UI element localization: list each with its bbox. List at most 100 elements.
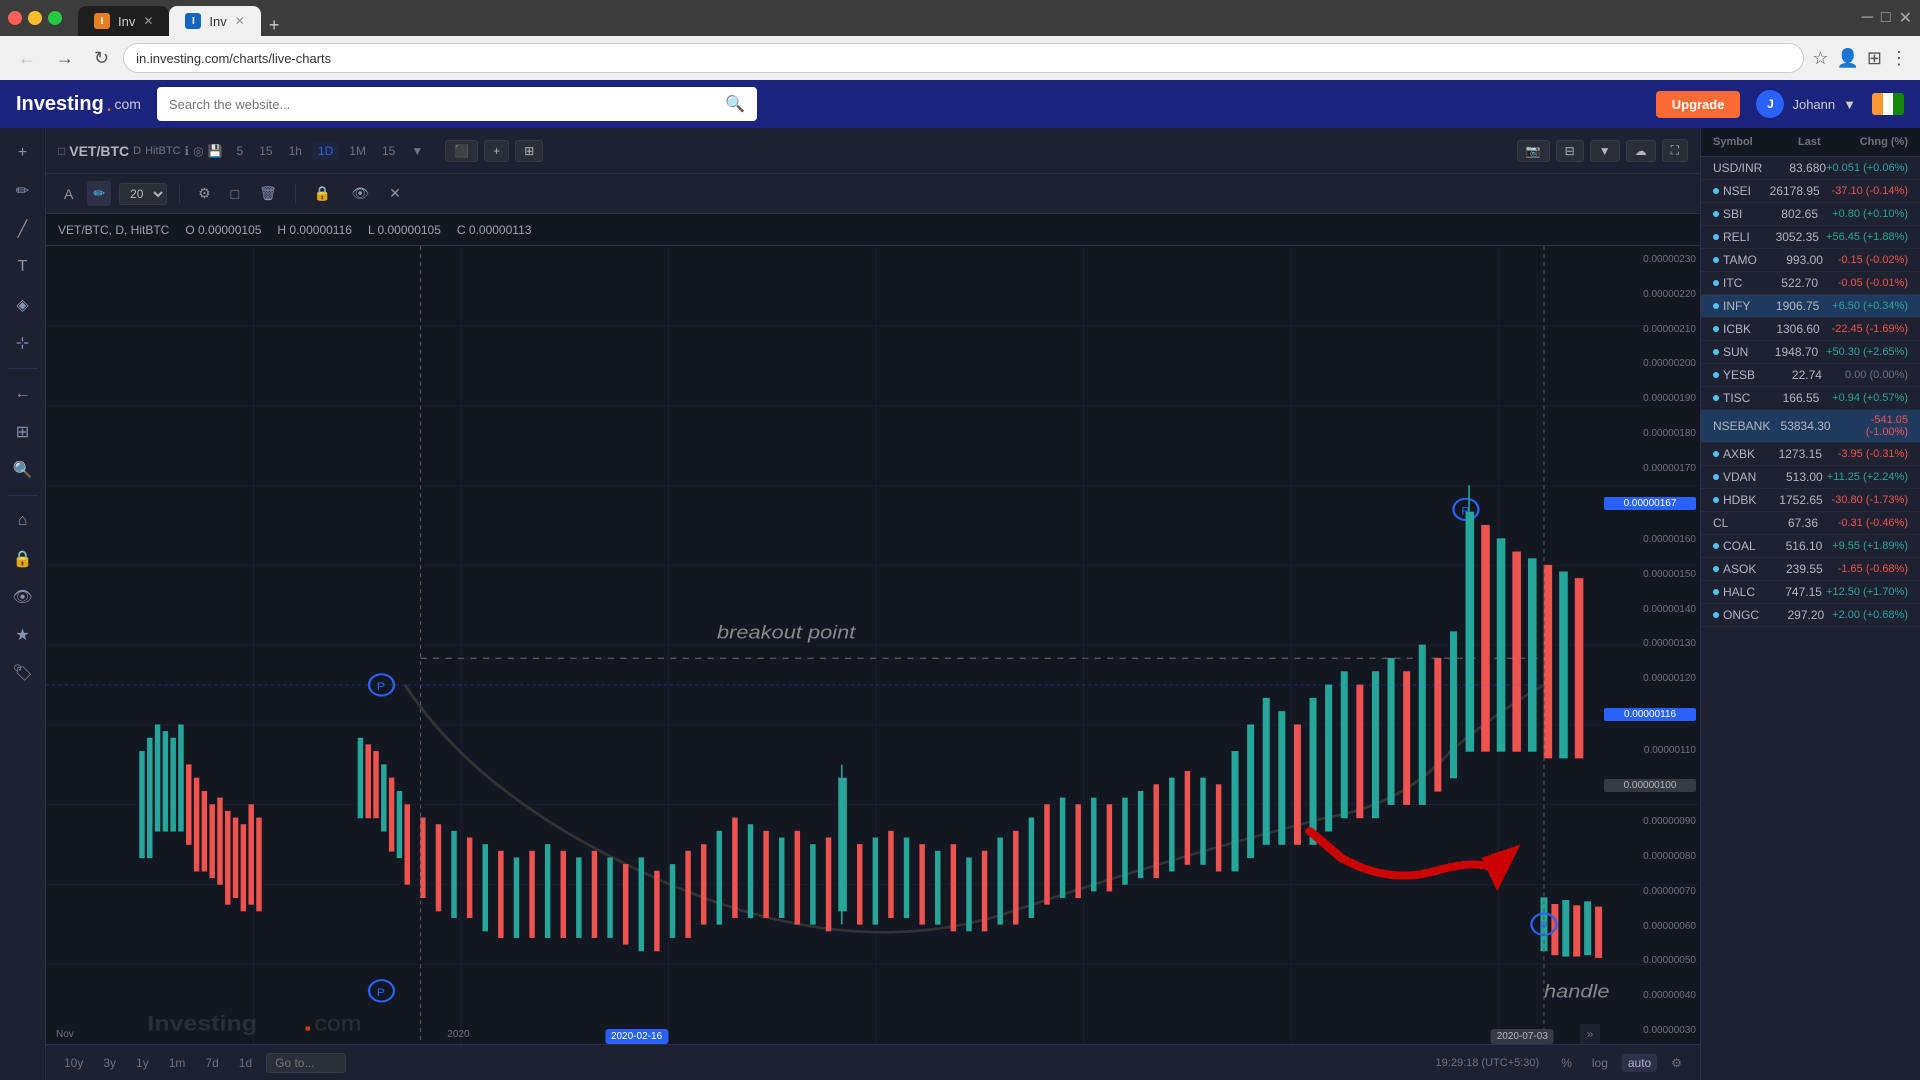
- draw-text-tool[interactable]: A: [58, 182, 79, 206]
- chart-tool-compare[interactable]: +: [484, 140, 509, 162]
- stock-row[interactable]: SUN1948.70+50.30 (+2.65%): [1701, 341, 1920, 364]
- period-1m[interactable]: 1m: [163, 1054, 192, 1072]
- sidebar-tool-home[interactable]: ⌂: [6, 504, 40, 538]
- stock-row[interactable]: COAL516.10+9.55 (+1.89%): [1701, 535, 1920, 558]
- stock-row[interactable]: NSEBANK53834.30-541.05 (-1.00%): [1701, 410, 1920, 443]
- font-size-select[interactable]: 20: [119, 183, 167, 205]
- ohlc-symbol-label: VET/BTC, D, HitBTC: [58, 223, 169, 237]
- auto-btn[interactable]: auto: [1622, 1054, 1657, 1072]
- sidebar-tool-tag[interactable]: 🏷: [6, 656, 40, 690]
- stock-row[interactable]: HDBK1752.65-30.80 (-1.73%): [1701, 489, 1920, 512]
- stock-row[interactable]: VDAN513.00+11.25 (+2.24%): [1701, 466, 1920, 489]
- browser-tab-2[interactable]: I Inv ✕: [169, 6, 260, 36]
- tf-1m[interactable]: 1M: [343, 142, 372, 160]
- search-input[interactable]: [157, 87, 757, 121]
- stock-row[interactable]: USD/INR83.680+0.051 (+0.06%): [1701, 157, 1920, 180]
- chart-tool-bar-type[interactable]: ⬛: [445, 140, 478, 162]
- upgrade-button[interactable]: Upgrade: [1656, 91, 1741, 118]
- stock-row[interactable]: RELI3052.35+56.45 (+1.88%): [1701, 226, 1920, 249]
- address-bar[interactable]: in.investing.com/charts/live-charts: [123, 43, 1804, 73]
- stock-row[interactable]: ICBK1306.60-22.45 (-1.69%): [1701, 318, 1920, 341]
- layout-btn[interactable]: ⊟: [1556, 140, 1584, 162]
- sidebar-tool-crosshair[interactable]: +: [6, 136, 40, 170]
- period-3y[interactable]: 3y: [97, 1054, 122, 1072]
- tf-1d[interactable]: 1D: [312, 142, 339, 160]
- tab-2-close[interactable]: ✕: [235, 14, 245, 28]
- back-btn[interactable]: ←: [12, 44, 42, 73]
- chart-expand-btn[interactable]: »: [1580, 1024, 1600, 1044]
- close-window-btn[interactable]: [8, 11, 22, 25]
- user-section[interactable]: J Johann ▼: [1756, 90, 1856, 118]
- tab-1-close[interactable]: ✕: [143, 14, 153, 28]
- tf-1h[interactable]: 1h: [283, 142, 308, 160]
- period-1d[interactable]: 1d: [233, 1054, 258, 1072]
- profile-icon[interactable]: 👤: [1836, 48, 1858, 69]
- stock-row[interactable]: AXBK1273.15-3.95 (-0.31%): [1701, 443, 1920, 466]
- draw-settings-tool[interactable]: ⚙: [192, 181, 217, 206]
- period-7d[interactable]: 7d: [199, 1054, 224, 1072]
- sidebar-tool-eye[interactable]: 👁: [6, 580, 40, 614]
- stock-row[interactable]: TISC166.55+0.94 (+0.57%): [1701, 387, 1920, 410]
- stock-row[interactable]: CL67.36-0.31 (-0.46%): [1701, 512, 1920, 535]
- stock-row[interactable]: INFY1906.75+6.50 (+0.34%): [1701, 295, 1920, 318]
- stock-row[interactable]: NSEI26178.95-37.10 (-0.14%): [1701, 180, 1920, 203]
- restore-btn[interactable]: □: [1881, 9, 1891, 27]
- sidebar-tool-star[interactable]: ★: [6, 618, 40, 652]
- forward-btn[interactable]: →: [50, 44, 80, 73]
- svg-text:P: P: [377, 682, 386, 693]
- stock-row[interactable]: ASOK239.55-1.65 (-0.68%): [1701, 558, 1920, 581]
- browser-tab-1[interactable]: I Inv ✕: [78, 6, 169, 36]
- symbol-selector[interactable]: □ VET/BTC D HitBTC ℹ ◎ 💾: [58, 143, 223, 159]
- tf-dropdown[interactable]: ▼: [405, 142, 429, 160]
- tf-15[interactable]: 15: [253, 142, 278, 160]
- period-10y[interactable]: 10y: [58, 1054, 89, 1072]
- stock-row[interactable]: HALC747.15+12.50 (+1.70%): [1701, 581, 1920, 604]
- bookmark-icon[interactable]: ☆: [1812, 48, 1828, 69]
- maximize-window-btn[interactable]: [48, 11, 62, 25]
- stock-row[interactable]: YESB22.740.00 (0.00%): [1701, 364, 1920, 387]
- stock-row[interactable]: ITC522.70-0.05 (-0.01%): [1701, 272, 1920, 295]
- fullscreen-btn[interactable]: ⛶: [1662, 139, 1688, 162]
- sidebar-tool-measure[interactable]: ⊹: [6, 326, 40, 360]
- sidebar-tool-indicators[interactable]: ⊞: [6, 415, 40, 449]
- sidebar-tool-pencil[interactable]: ✏: [6, 174, 40, 208]
- sidebar-tool-lock[interactable]: 🔒: [6, 542, 40, 576]
- draw-lock-tool[interactable]: 🔒: [308, 181, 337, 206]
- sidebar-tool-back[interactable]: ←: [6, 377, 40, 411]
- log-btn[interactable]: log: [1586, 1054, 1614, 1072]
- minimize-window-btn[interactable]: [28, 11, 42, 25]
- new-tab-btn[interactable]: +: [261, 15, 288, 36]
- sidebar-tool-line[interactable]: ╱: [6, 212, 40, 246]
- draw-delete-tool[interactable]: 🗑: [253, 181, 283, 206]
- draw-rect-tool[interactable]: □: [225, 182, 245, 206]
- screenshot-btn[interactable]: 📷: [1517, 140, 1550, 162]
- goto-input[interactable]: [266, 1053, 346, 1073]
- extensions-icon[interactable]: ⊞: [1867, 48, 1882, 69]
- save-btn[interactable]: ☁: [1626, 140, 1656, 162]
- stock-row[interactable]: ONGC297.20+2.00 (+0.68%): [1701, 604, 1920, 627]
- minimize-btn[interactable]: ─: [1862, 9, 1873, 27]
- stock-last-price: 1306.60: [1751, 322, 1820, 336]
- close-btn[interactable]: ✕: [1899, 8, 1912, 28]
- period-1y[interactable]: 1y: [130, 1054, 155, 1072]
- stock-dot-icon: [1713, 474, 1719, 480]
- search-icon[interactable]: 🔍: [725, 94, 745, 114]
- settings-btn[interactable]: ⚙: [1665, 1054, 1688, 1072]
- layout-dropdown[interactable]: ▼: [1590, 140, 1620, 162]
- reload-btn[interactable]: ↻: [88, 44, 115, 73]
- sidebar-tool-search[interactable]: 🔍: [6, 453, 40, 487]
- chart-tool-indicators[interactable]: ⊞: [515, 140, 543, 162]
- sidebar-tool-text[interactable]: T: [6, 250, 40, 284]
- tf-5[interactable]: 5: [231, 142, 250, 160]
- stock-last-price: 516.10: [1756, 539, 1823, 553]
- draw-trash-tool[interactable]: ✕: [383, 181, 407, 206]
- percent-btn[interactable]: %: [1555, 1054, 1578, 1072]
- draw-eye-tool[interactable]: 👁: [345, 181, 375, 206]
- tf-custom[interactable]: 15: [376, 142, 401, 160]
- stock-row[interactable]: SBI802.65+0.80 (+0.10%): [1701, 203, 1920, 226]
- sidebar-tool-shapes[interactable]: ◈: [6, 288, 40, 322]
- menu-icon[interactable]: ⋮: [1890, 48, 1908, 69]
- draw-pen-tool[interactable]: ✏: [87, 181, 111, 206]
- chart-canvas[interactable]: P: [46, 246, 1700, 1044]
- stock-row[interactable]: TAMO993.00-0.15 (-0.02%): [1701, 249, 1920, 272]
